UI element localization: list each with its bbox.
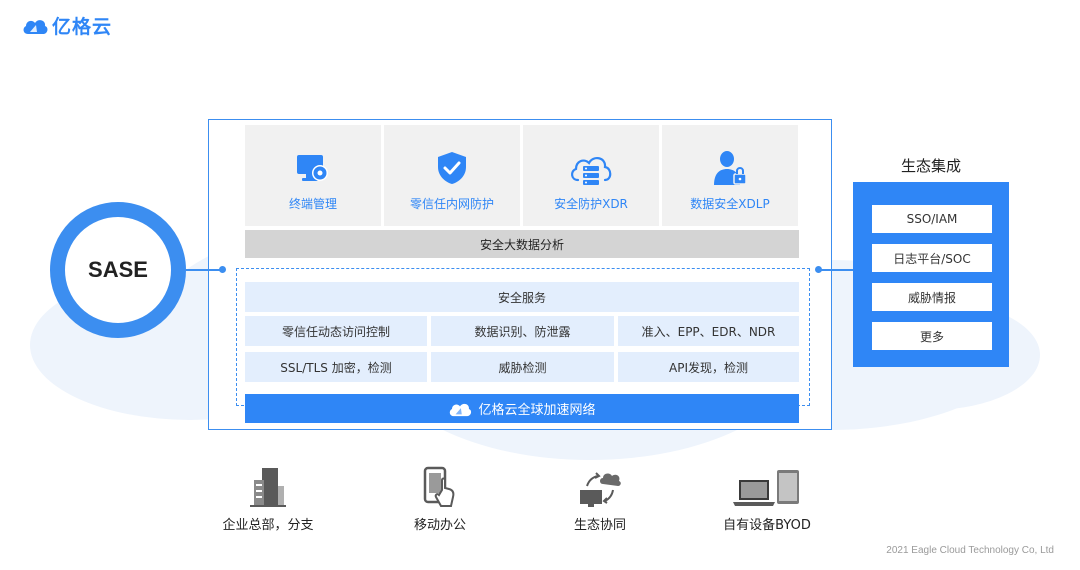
module-label: 零信任内网防护 bbox=[409, 197, 494, 211]
shield-check-icon bbox=[438, 152, 466, 184]
service-cell: 准入、EPP、EDR、NDR bbox=[618, 316, 799, 346]
user-lock-icon bbox=[714, 151, 747, 185]
module-card-zero-trust[interactable]: 零信任内网防护 bbox=[384, 125, 520, 226]
module-card-xdr[interactable]: 安全防护XDR bbox=[523, 125, 659, 226]
service-cell: 数据识别、防泄露 bbox=[431, 316, 614, 346]
ecosystem-item: 更多 bbox=[872, 322, 992, 350]
module-label: 安全防护XDR bbox=[554, 197, 628, 211]
laptop-tablet-icon bbox=[733, 470, 799, 506]
service-cell: API发现，检测 bbox=[618, 352, 799, 382]
module-card-endpoint[interactable]: 终端管理 bbox=[245, 125, 381, 226]
endpoint-hq-branch: 企业总部，分支 bbox=[203, 462, 333, 533]
endpoint-label: 自有设备BYOD bbox=[723, 518, 811, 533]
brand-name: 亿格云 bbox=[52, 16, 113, 38]
ecosystem-item: SSO/IAM bbox=[872, 205, 992, 233]
module-card-xdlp[interactable]: 数据安全XDLP bbox=[662, 125, 798, 226]
sase-label: SASE bbox=[88, 257, 148, 282]
global-acceleration-network-bar: 亿格云全球加速网络 bbox=[245, 394, 799, 423]
service-cell: 零信任动态访问控制 bbox=[245, 316, 427, 346]
connector-dot bbox=[219, 266, 226, 273]
cloud-logo-icon bbox=[23, 19, 48, 34]
service-cell: SSL/TLS 加密，检测 bbox=[245, 352, 427, 382]
connector-line bbox=[820, 269, 854, 271]
ecosystem-title: 生态集成 bbox=[900, 157, 961, 175]
cloud-logo-icon bbox=[450, 403, 472, 416]
service-cell: 威胁检测 bbox=[431, 352, 614, 382]
endpoint-label: 企业总部，分支 bbox=[222, 518, 314, 533]
module-label: 终端管理 bbox=[288, 197, 337, 211]
endpoint-mobile-office: 移动办公 bbox=[375, 462, 505, 533]
copyright-footer: 2021 Eagle Cloud Technology Co, Ltd bbox=[886, 545, 1054, 556]
endpoint-eco-collaboration: 生态协同 bbox=[535, 462, 665, 533]
brand-logo: 亿格云 bbox=[22, 12, 112, 39]
sase-node: SASE bbox=[50, 202, 186, 338]
cloud-server-icon bbox=[571, 157, 612, 185]
security-services-title: 安全服务 bbox=[245, 282, 799, 312]
ecosystem-item: 威胁情报 bbox=[872, 283, 992, 311]
network-label: 亿格云全球加速网络 bbox=[478, 403, 596, 418]
connector-line bbox=[186, 269, 222, 271]
ecosystem-item: 日志平台/SOC bbox=[872, 244, 992, 272]
device-management-icon bbox=[297, 155, 328, 181]
module-label: 数据安全XDLP bbox=[690, 197, 770, 211]
mobile-touch-icon bbox=[423, 466, 455, 507]
endpoint-label: 移动办公 bbox=[413, 518, 466, 533]
endpoint-byod: 自有设备BYOD bbox=[702, 462, 832, 533]
endpoint-label: 生态协同 bbox=[573, 518, 626, 533]
cloud-sync-icon bbox=[580, 472, 621, 507]
big-data-analytics-bar: 安全大数据分析 bbox=[245, 230, 799, 258]
building-icon bbox=[250, 468, 286, 507]
